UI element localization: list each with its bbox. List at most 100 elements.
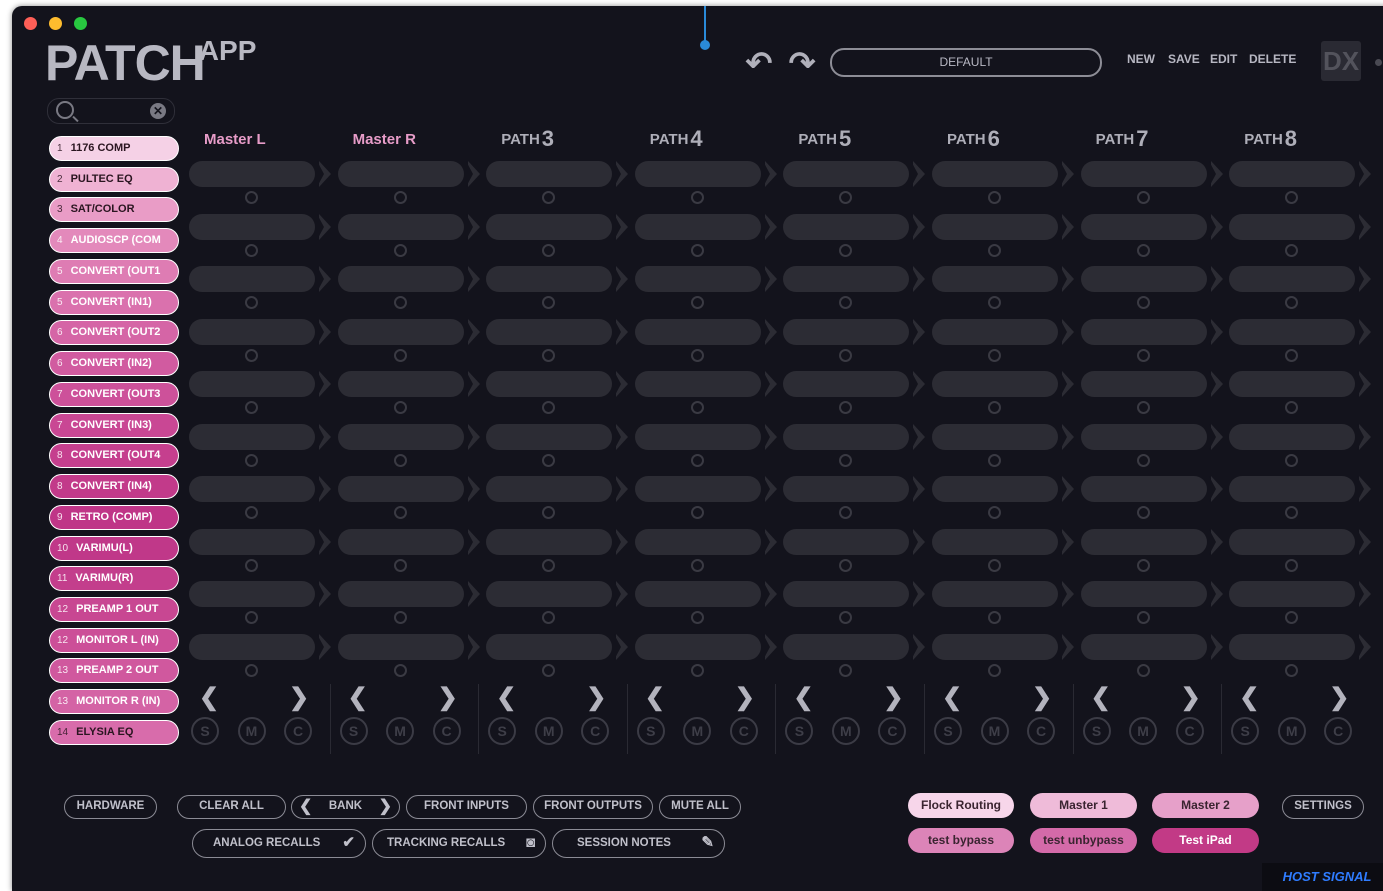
patch-slot[interactable] <box>337 161 464 187</box>
slot-bypass-toggle[interactable] <box>839 611 853 624</box>
patch-slot[interactable] <box>634 318 761 345</box>
path-header[interactable]: PATH7 <box>1096 124 1149 151</box>
path-header[interactable]: PATH3 <box>501 124 554 151</box>
slot-bypass-toggle[interactable] <box>393 558 407 572</box>
save-button[interactable]: SAVE <box>1168 52 1200 66</box>
device-item[interactable]: 8 CONVERT (OUT4 <box>49 443 179 469</box>
path-prev-icon[interactable]: ❮ <box>793 686 813 710</box>
slot-bypass-toggle[interactable] <box>393 243 407 257</box>
path-header[interactable]: Master R <box>353 124 418 150</box>
slot-bypass-toggle[interactable] <box>839 558 853 572</box>
device-item[interactable]: 14 ELYSIA EQ <box>49 719 179 745</box>
patch-slot[interactable] <box>932 581 1058 607</box>
slot-bypass-toggle[interactable] <box>245 663 258 677</box>
patch-slot[interactable] <box>486 266 613 292</box>
solo-button[interactable]: S <box>191 717 219 745</box>
device-item[interactable]: 7 CONVERT (IN3) <box>49 412 179 438</box>
patch-slot[interactable] <box>932 161 1058 187</box>
patch-slot[interactable] <box>783 423 910 450</box>
slot-bypass-toggle[interactable] <box>690 663 704 677</box>
mute-button[interactable]: M <box>831 717 860 745</box>
patch-slot[interactable] <box>1080 581 1207 607</box>
patch-slot[interactable] <box>1080 423 1207 450</box>
patch-slot[interactable] <box>189 161 315 187</box>
clear-search-icon[interactable]: ✕ <box>150 103 166 119</box>
patch-slot[interactable] <box>1080 318 1207 345</box>
path-prev-icon[interactable]: ❮ <box>199 686 219 710</box>
patch-slot[interactable] <box>1229 633 1356 660</box>
edit-button[interactable]: EDIT <box>1210 52 1237 66</box>
slot-bypass-toggle[interactable] <box>988 611 1001 624</box>
bank-next-icon[interactable]: ❯ <box>379 796 392 817</box>
patch-slot[interactable] <box>1229 476 1356 502</box>
device-item[interactable]: 6 CONVERT (IN2) <box>49 351 179 377</box>
slot-bypass-toggle[interactable] <box>1285 401 1299 414</box>
mute-button[interactable]: M <box>1129 717 1158 745</box>
slot-bypass-toggle[interactable] <box>245 296 258 309</box>
patch-slot[interactable] <box>337 213 464 240</box>
path-prev-icon[interactable]: ❮ <box>496 686 516 710</box>
slot-bypass-toggle[interactable] <box>1136 558 1150 572</box>
patch-slot[interactable] <box>486 476 613 502</box>
clear-all-button[interactable]: CLEAR ALL <box>177 795 286 819</box>
patch-slot[interactable] <box>1229 581 1356 607</box>
slot-bypass-toggle[interactable] <box>245 243 258 257</box>
clear-button[interactable]: C <box>284 717 312 745</box>
patch-slot[interactable] <box>783 633 910 660</box>
patch-slot[interactable] <box>337 581 464 607</box>
path-next-icon[interactable]: ❯ <box>1329 686 1349 710</box>
device-item[interactable]: 10 VARIMU(L) <box>49 535 179 561</box>
patch-slot[interactable] <box>932 371 1058 397</box>
patch-slot[interactable] <box>783 318 910 345</box>
path-next-icon[interactable]: ❯ <box>1032 686 1052 710</box>
patch-slot[interactable] <box>337 528 464 555</box>
close-window-button[interactable] <box>24 17 37 30</box>
preset-name-field[interactable]: DEFAULT <box>830 48 1102 77</box>
slot-bypass-toggle[interactable] <box>1136 663 1150 677</box>
solo-button[interactable]: S <box>488 717 517 745</box>
patch-slot[interactable] <box>1229 161 1356 187</box>
slot-bypass-toggle[interactable] <box>988 663 1001 677</box>
mute-button[interactable]: M <box>237 717 266 745</box>
slot-bypass-toggle[interactable] <box>393 663 407 677</box>
preset-recall-button[interactable]: test bypass <box>908 828 1014 853</box>
slot-bypass-toggle[interactable] <box>1285 663 1299 677</box>
patch-slot[interactable] <box>1229 318 1356 345</box>
slot-bypass-toggle[interactable] <box>1285 243 1299 257</box>
clear-button[interactable]: C <box>581 717 610 745</box>
slot-bypass-toggle[interactable] <box>393 401 407 414</box>
slot-bypass-toggle[interactable] <box>393 453 407 467</box>
patch-slot[interactable] <box>932 633 1058 660</box>
patch-slot[interactable] <box>1080 266 1207 292</box>
path-next-icon[interactable]: ❯ <box>1181 686 1201 710</box>
patch-slot[interactable] <box>1080 161 1207 187</box>
slot-bypass-toggle[interactable] <box>839 663 853 677</box>
patch-slot[interactable] <box>634 528 761 555</box>
slot-bypass-toggle[interactable] <box>690 506 704 519</box>
patch-slot[interactable] <box>634 633 761 660</box>
slot-bypass-toggle[interactable] <box>1136 191 1150 204</box>
clear-button[interactable]: C <box>878 717 907 745</box>
patch-slot[interactable] <box>1229 528 1356 555</box>
device-item[interactable]: 5 CONVERT (OUT1 <box>49 258 179 284</box>
path-header[interactable]: PATH6 <box>947 124 1000 151</box>
patch-slot[interactable] <box>189 371 315 397</box>
slot-bypass-toggle[interactable] <box>393 191 407 204</box>
patch-slot[interactable] <box>783 371 910 397</box>
preset-recall-button[interactable]: Test iPad <box>1152 828 1259 853</box>
redo-icon[interactable]: ↷ <box>785 47 819 79</box>
patch-slot[interactable] <box>634 266 761 292</box>
patch-slot[interactable] <box>1229 213 1356 240</box>
undo-icon[interactable]: ↶ <box>742 47 776 79</box>
patch-slot[interactable] <box>783 161 910 187</box>
slot-bypass-toggle[interactable] <box>1136 506 1150 519</box>
bank-control[interactable]: ❮ BANK ❯ <box>291 795 400 819</box>
slot-bypass-toggle[interactable] <box>1136 296 1150 309</box>
slot-bypass-toggle[interactable] <box>245 348 258 362</box>
slot-bypass-toggle[interactable] <box>542 506 556 519</box>
patch-slot[interactable] <box>486 161 613 187</box>
slot-bypass-toggle[interactable] <box>245 611 258 624</box>
patch-slot[interactable] <box>634 423 761 450</box>
slot-bypass-toggle[interactable] <box>542 611 556 624</box>
slot-bypass-toggle[interactable] <box>988 506 1001 519</box>
